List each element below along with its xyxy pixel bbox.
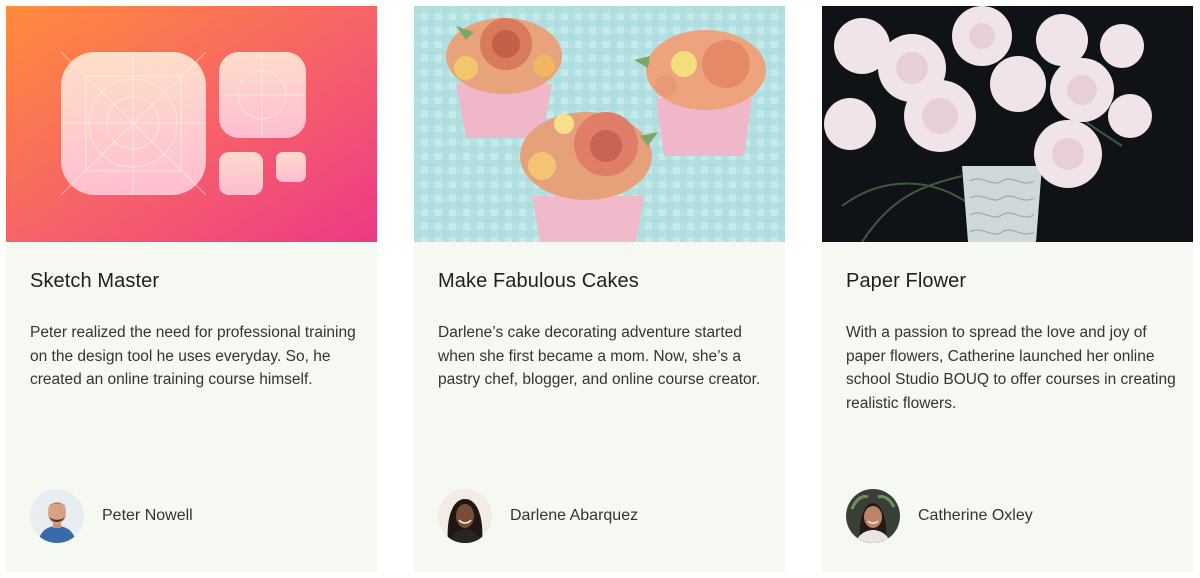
card-title[interactable]: Make Fabulous Cakes [438,270,639,293]
course-card-paper-flower[interactable]: Paper Flower With a passion to spread th… [822,6,1193,572]
card-author[interactable]: Catherine Oxley [846,488,1033,544]
card-description: Darlene’s cake decorating adventure star… [438,324,761,388]
card-author[interactable]: Peter Nowell [30,488,193,544]
card-image-cupcakes[interactable] [414,6,785,242]
card-image-app-icons[interactable] [6,6,377,242]
card-author[interactable]: Darlene Abarquez [438,488,638,544]
course-card-make-fabulous-cakes[interactable]: Make Fabulous Cakes Darlene’s cake decor… [414,6,785,572]
avatar[interactable] [846,489,900,543]
card-title[interactable]: Paper Flower [846,270,966,293]
author-name[interactable]: Catherine Oxley [918,507,1033,525]
card-description: Peter realized the need for professional… [30,324,356,388]
card-title[interactable]: Sketch Master [30,270,159,293]
avatar[interactable] [438,489,492,543]
card-description: With a passion to spread the love and jo… [846,324,1176,412]
author-name[interactable]: Darlene Abarquez [510,507,638,525]
card-image-paper-flowers[interactable] [822,6,1193,242]
avatar[interactable] [30,489,84,543]
author-name[interactable]: Peter Nowell [102,507,193,525]
course-card-grid: Sketch Master Peter realized the need fo… [0,0,1200,578]
course-card-sketch-master[interactable]: Sketch Master Peter realized the need fo… [6,6,377,572]
